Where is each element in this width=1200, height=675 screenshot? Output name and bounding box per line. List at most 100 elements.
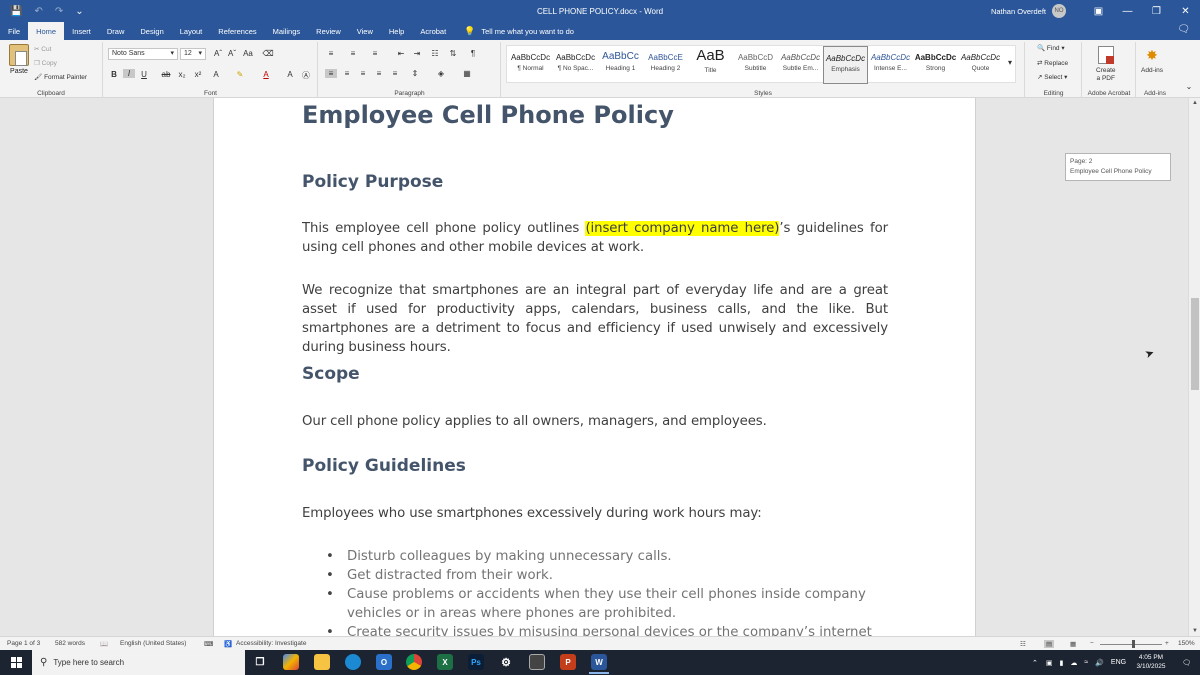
store-icon[interactable] <box>529 654 545 670</box>
style-strong[interactable]: AaBbCcDc Strong <box>913 46 958 84</box>
style-no-spacing[interactable]: AaBbCcDc ¶ No Spac... <box>553 46 598 84</box>
settings-icon[interactable]: ⚙ <box>498 654 514 670</box>
language-status[interactable]: English (United States) <box>120 640 186 647</box>
list-item[interactable]: Create security issues by misusing perso… <box>326 623 907 636</box>
multilevel-list-icon[interactable]: ≡ <box>369 49 381 58</box>
paste-button[interactable]: Paste <box>6 44 32 75</box>
highlight-color-icon[interactable]: ✎ <box>234 70 246 79</box>
format-painter-button[interactable]: 🖌 Format Painter <box>34 73 87 81</box>
replace-button[interactable]: ⇄ Replace <box>1037 59 1068 67</box>
create-pdf-button[interactable]: Create a PDF <box>1096 46 1116 83</box>
style-heading-2[interactable]: AaBbCcE Heading 2 <box>643 46 688 84</box>
system-clock[interactable]: 4:05 PM 3/10/2025 <box>1128 653 1174 671</box>
file-explorer-icon[interactable] <box>314 654 330 670</box>
addins-button[interactable]: ✸ Add-ins <box>1141 46 1163 75</box>
print-layout-icon[interactable]: ▤ <box>1044 640 1055 648</box>
powerpoint-icon[interactable]: P <box>560 654 576 670</box>
tab-draw[interactable]: Draw <box>99 22 133 40</box>
tab-acrobat[interactable]: Acrobat <box>412 22 454 40</box>
heading-policy-purpose[interactable]: Policy Purpose <box>302 172 888 192</box>
scroll-down-icon[interactable]: ▼ <box>1189 628 1200 634</box>
font-color-icon[interactable]: A <box>260 70 272 79</box>
minimize-icon[interactable]: — <box>1113 0 1142 22</box>
scroll-up-icon[interactable]: ▲ <box>1189 100 1200 106</box>
wifi-icon[interactable]: ≈ <box>1084 659 1088 666</box>
edge-icon[interactable] <box>345 654 361 670</box>
page-count[interactable]: Page 1 of 3 <box>7 640 40 647</box>
list-item[interactable]: Cause problems or accidents when they us… <box>326 585 907 623</box>
avatar[interactable]: NO <box>1052 4 1066 18</box>
numbering-icon[interactable]: ≡ <box>347 49 359 58</box>
bold-icon[interactable]: B <box>108 70 120 79</box>
align-center-icon[interactable]: ≡ <box>341 69 353 78</box>
style-quote[interactable]: AaBbCcDc Quote <box>958 46 1003 84</box>
increase-indent-icon[interactable]: ⇥ <box>411 49 423 58</box>
scroll-thumb[interactable] <box>1191 298 1199 390</box>
tab-view[interactable]: View <box>349 22 381 40</box>
find-button[interactable]: 🔍 Find ▾ <box>1037 44 1065 52</box>
tab-file[interactable]: File <box>0 22 28 40</box>
paragraph-purpose[interactable]: This employee cell phone policy outlines… <box>302 219 888 257</box>
tab-help[interactable]: Help <box>381 22 412 40</box>
volume-icon[interactable]: 🔊 <box>1095 659 1104 667</box>
collapse-ribbon-icon[interactable]: ⌄ <box>1183 82 1195 91</box>
word-count[interactable]: 582 words <box>55 640 85 647</box>
decrease-indent-icon[interactable]: ⇤ <box>395 49 407 58</box>
styles-more-icon[interactable]: ▾ <box>1004 58 1016 67</box>
shrink-font-icon[interactable]: Aˇ <box>226 49 238 58</box>
enclose-characters-icon[interactable]: Ⓐ <box>300 70 312 81</box>
italic-icon[interactable]: I <box>123 69 135 78</box>
shading-icon[interactable]: ◈ <box>435 69 447 78</box>
list-item[interactable]: Disturb colleagues by making unnecessary… <box>326 547 907 566</box>
taskbar-search[interactable]: ⚲ Type here to search <box>32 650 245 675</box>
task-view-icon[interactable]: ❐ <box>252 654 268 670</box>
web-layout-icon[interactable]: ▦ <box>1070 640 1076 648</box>
document-page[interactable]: Employee Cell Phone Policy Policy Purpos… <box>213 98 976 636</box>
bullets-icon[interactable]: ≡ <box>325 49 337 58</box>
maximize-icon[interactable]: ❐ <box>1142 0 1171 22</box>
zoom-level[interactable]: 150% <box>1178 640 1195 647</box>
tab-design[interactable]: Design <box>132 22 171 40</box>
select-button[interactable]: ↗ Select ▾ <box>1037 73 1067 81</box>
zoom-slider[interactable] <box>1100 644 1162 645</box>
text-effects-icon[interactable]: A <box>210 70 222 79</box>
comments-icon[interactable]: 🗨 <box>1177 24 1190 35</box>
paragraph-recognize[interactable]: We recognize that smartphones are an int… <box>302 281 888 357</box>
tab-home[interactable]: Home <box>28 22 65 40</box>
superscript-icon[interactable]: x² <box>192 70 204 79</box>
user-name[interactable]: Nathan Overdeft <box>991 7 1046 16</box>
copilot-icon[interactable] <box>283 654 299 670</box>
proofing-icon[interactable]: 📖 <box>100 640 108 648</box>
battery-icon[interactable]: ▮ <box>1060 659 1064 667</box>
cut-button[interactable]: ✂ Cut <box>34 45 51 53</box>
list-item[interactable]: Get distracted from their work. <box>326 566 907 585</box>
heading-policy-guidelines[interactable]: Policy Guidelines <box>302 456 888 476</box>
align-left-icon[interactable]: ≡ <box>325 69 337 78</box>
vertical-scrollbar[interactable]: ▲ ▼ <box>1188 98 1200 636</box>
paragraph-guidelines[interactable]: Employees who use smartphones excessivel… <box>302 504 888 523</box>
tab-insert[interactable]: Insert <box>64 22 99 40</box>
paragraph-scope[interactable]: Our cell phone policy applies to all own… <box>302 412 888 431</box>
notifications-icon[interactable]: 🗨 <box>1182 650 1191 675</box>
clear-formatting-icon[interactable]: ⌫ <box>262 49 274 58</box>
style-normal[interactable]: AaBbCcDc ¶ Normal <box>508 46 553 84</box>
chevron-up-icon[interactable]: ⌃ <box>1032 659 1038 667</box>
accessibility-status[interactable]: Accessibility: Investigate <box>236 640 306 647</box>
close-icon[interactable]: ✕ <box>1171 0 1200 22</box>
tab-review[interactable]: Review <box>308 22 349 40</box>
font-size-select[interactable]: 12 ▾ <box>180 48 206 60</box>
grow-font-icon[interactable]: Aˆ <box>212 49 224 58</box>
customize-qat-icon[interactable]: ⌄ <box>75 6 83 17</box>
tab-references[interactable]: References <box>210 22 264 40</box>
sort-icon[interactable]: ⇅ <box>447 49 459 58</box>
save-icon[interactable]: 💾 <box>10 6 22 17</box>
ribbon-display-options-icon[interactable]: ▣ <box>1084 0 1113 22</box>
photoshop-icon[interactable]: Ps <box>468 654 484 670</box>
style-subtitle[interactable]: AaBbCcD Subtitle <box>733 46 778 84</box>
zoom-out-icon[interactable]: − <box>1090 640 1094 647</box>
start-button[interactable] <box>0 650 32 675</box>
copy-button[interactable]: ❐ Copy <box>34 59 57 67</box>
word-icon[interactable]: W <box>589 654 609 674</box>
heading-scope[interactable]: Scope <box>302 364 888 384</box>
language-indicator[interactable]: ENG <box>1111 659 1126 666</box>
